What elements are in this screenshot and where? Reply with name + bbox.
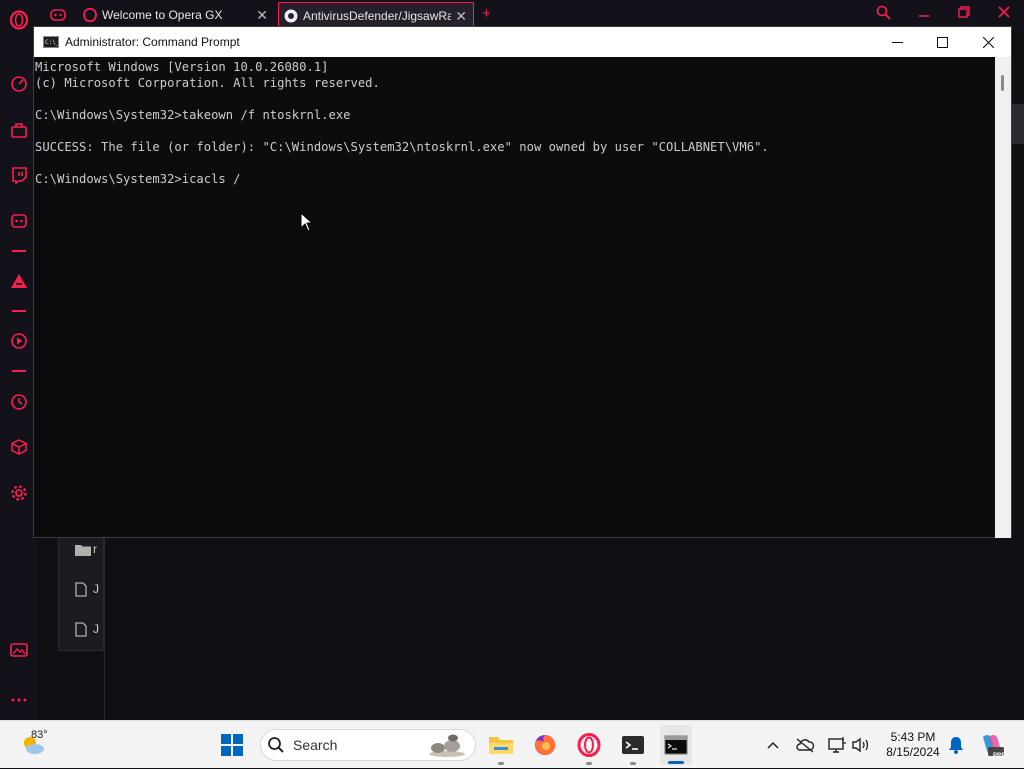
gx-tab-icon[interactable]: [50, 2, 76, 28]
new-tab-plus-icon[interactable]: +: [482, 5, 491, 22]
file-list-panel: r J J: [58, 535, 104, 651]
maximize-button[interactable]: [919, 27, 965, 57]
github-favicon-icon: [283, 8, 299, 24]
notifications-button[interactable]: [946, 721, 966, 769]
system-clock[interactable]: 5:43 PM 8/15/2024: [880, 730, 946, 760]
preview-badge: PRE: [993, 753, 1006, 759]
search-label: Search: [293, 737, 338, 753]
terminal-button[interactable]: [618, 721, 648, 769]
onedrive-status[interactable]: [794, 721, 816, 769]
discord-icon[interactable]: [9, 211, 29, 231]
command-prompt-window[interactable]: C:\_ Administrator: Command Prompt Micro…: [33, 26, 1012, 538]
browser-close-icon[interactable]: [998, 5, 1010, 22]
folder-icon: [75, 544, 91, 556]
chevron-up-icon: [767, 741, 779, 749]
history-icon[interactable]: [9, 392, 29, 412]
gx-control-icon[interactable]: [9, 74, 29, 94]
tab-github-repo[interactable]: AntivirusDefender/JigsawRansomware ✕: [278, 2, 474, 28]
search-tabs-icon[interactable]: [876, 5, 891, 24]
speaker-icon: [852, 737, 869, 753]
running-indicator: [630, 762, 636, 765]
extensions-cube-icon[interactable]: [9, 437, 29, 457]
windows-logo-icon: [221, 734, 243, 756]
console-scrollbar[interactable]: [995, 57, 1011, 538]
twitch-icon[interactable]: [9, 165, 29, 185]
browser-restore-icon[interactable]: [958, 5, 970, 22]
console-line: C:\Windows\System32>takeown /f ntoskrnl.…: [35, 108, 351, 122]
opera-icon: [577, 733, 601, 757]
scrollbar-thumb[interactable]: [1001, 75, 1004, 91]
show-hidden-icons-button[interactable]: [764, 721, 782, 769]
gallery-icon[interactable]: [9, 640, 29, 660]
settings-gear-icon[interactable]: [9, 483, 29, 503]
close-icon: [982, 36, 994, 48]
notification-bell-icon: [949, 737, 963, 754]
opera-favicon-icon: [82, 7, 98, 23]
cmd-app-icon: C:\_: [43, 36, 59, 48]
tab-welcome-opera[interactable]: Welcome to Opera GX ✕: [82, 2, 274, 28]
network-status[interactable]: [826, 721, 848, 769]
maximize-icon: [936, 36, 948, 48]
console-line: SUCCESS: The file (or folder): "C:\Windo…: [35, 140, 769, 154]
firefox-icon: [535, 734, 556, 755]
folder-icon: [489, 737, 513, 754]
file-icon: [75, 621, 87, 637]
weather-temperature: 83°: [31, 729, 48, 741]
browser-minimize-icon[interactable]: [918, 5, 930, 22]
more-dots-icon[interactable]: [9, 690, 29, 710]
console-line: Microsoft Windows [Version 10.0.26080.1]: [35, 60, 329, 74]
close-button[interactable]: [965, 27, 1011, 57]
tab-close-icon[interactable]: ✕: [455, 8, 467, 25]
mouse-pointer-icon: [300, 211, 314, 237]
window-title: Administrator: Command Prompt: [65, 35, 240, 49]
search-icon: [268, 737, 284, 753]
file-explorer-button[interactable]: [486, 721, 516, 769]
clock-time: 5:43 PM: [890, 730, 936, 744]
search-highlight-stones-icon: [429, 734, 465, 757]
tab-title: AntivirusDefender/JigsawRansomware: [303, 8, 451, 23]
clock-date: 8/15/2024: [886, 745, 940, 759]
list-item[interactable]: r: [75, 539, 99, 559]
copilot-button[interactable]: PRE: [978, 721, 1006, 769]
firefox-button[interactable]: [530, 721, 560, 769]
sidebar-separator: [12, 370, 26, 372]
console-line: (c) Microsoft Corporation. All rights re…: [35, 76, 380, 90]
list-item[interactable]: J: [75, 579, 99, 599]
terminal-icon: [622, 736, 644, 754]
taskbar-search-box[interactable]: Search: [260, 729, 476, 761]
page-scrollbar[interactable]: [1012, 104, 1024, 144]
list-item[interactable]: J: [75, 619, 99, 639]
minimize-button[interactable]: [874, 27, 920, 57]
minimize-icon: [891, 41, 903, 43]
console-input-line[interactable]: C:\Windows\System32>icacls /: [35, 171, 995, 187]
console-output[interactable]: Microsoft Windows [Version 10.0.26080.1]…: [34, 57, 995, 538]
sidebar-separator: [12, 310, 26, 312]
tab-title: Welcome to Opera GX: [102, 8, 223, 22]
command-prompt-taskbar-button[interactable]: [660, 725, 692, 765]
volume-control[interactable]: [850, 721, 872, 769]
divider: [104, 535, 105, 720]
opera-logo-icon[interactable]: [9, 10, 29, 30]
command-prompt-icon: [664, 735, 688, 755]
file-icon: [75, 581, 87, 597]
windows-taskbar: 83° Search 5:43 PM 8/15/2024 PRE: [0, 720, 1024, 768]
cloud-offline-icon: [796, 738, 815, 753]
player-icon[interactable]: [9, 331, 29, 351]
window-titlebar[interactable]: C:\_ Administrator: Command Prompt: [34, 27, 1011, 57]
network-monitor-icon: [828, 737, 846, 753]
tab-close-icon[interactable]: ✕: [256, 7, 268, 24]
sidebar-separator: [12, 250, 26, 252]
aria-icon[interactable]: [9, 271, 29, 291]
opera-gx-button[interactable]: [574, 721, 604, 769]
running-indicator: [586, 762, 592, 765]
gx-corner-icon[interactable]: [9, 120, 29, 140]
active-indicator: [668, 761, 684, 764]
start-button[interactable]: [218, 721, 246, 769]
running-indicator: [498, 762, 504, 765]
